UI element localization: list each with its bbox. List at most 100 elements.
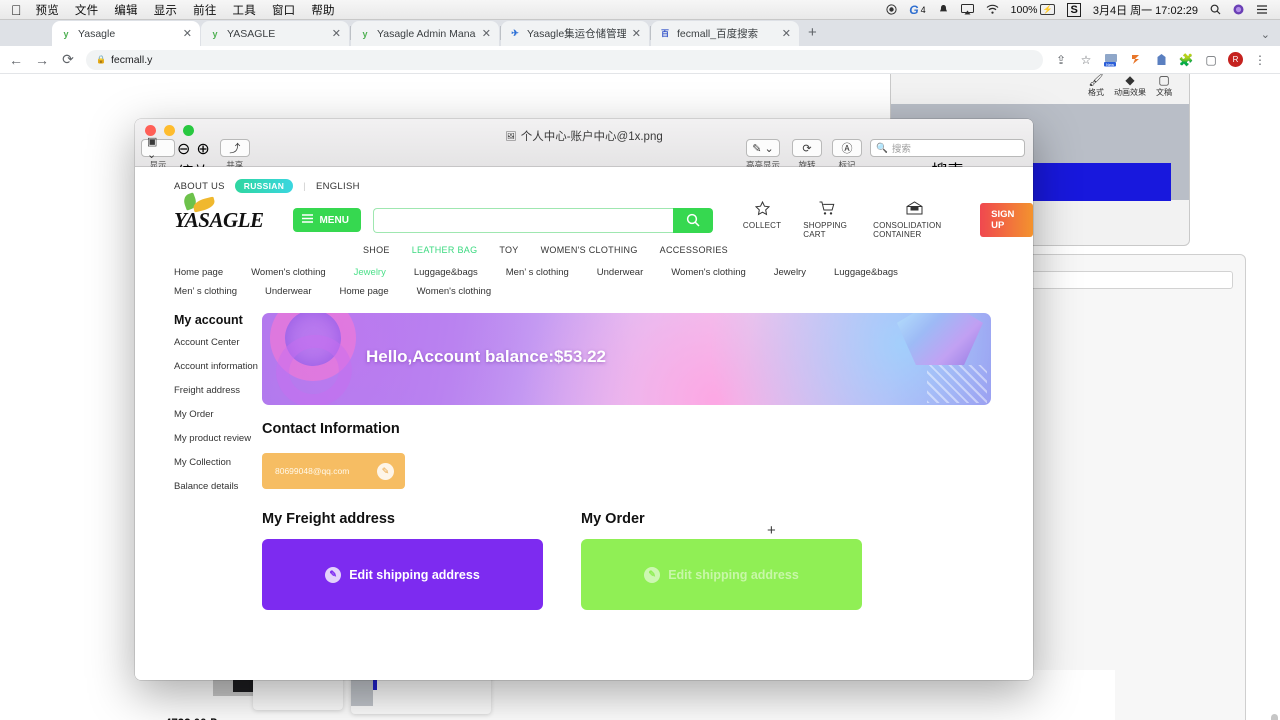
highlight-pen-icon[interactable]: ✎ ⌄	[746, 139, 780, 157]
sign-up-button[interactable]: SIGN UP	[980, 203, 1033, 237]
menu-item-tools[interactable]: 工具	[233, 2, 256, 18]
subnav-item-accessories[interactable]: ACCESSORIES	[660, 245, 728, 255]
subnav-item-toy[interactable]: TOY	[499, 245, 518, 255]
menu-item-help[interactable]: 帮助	[311, 2, 334, 18]
battery-status[interactable]: 100% ⚡	[1011, 4, 1056, 16]
profile-avatar[interactable]: R	[1228, 52, 1243, 67]
translate-new-icon[interactable]: New	[1103, 52, 1119, 68]
reload-button[interactable]: ⟳	[60, 51, 76, 68]
sidebar-item-account-center[interactable]: Account Center	[174, 337, 262, 348]
catnav-home-page[interactable]: Home page	[174, 267, 223, 278]
keynote-animate-button[interactable]: ◆ 动画效果	[1113, 74, 1147, 98]
airplay-icon[interactable]	[960, 4, 974, 15]
tab-close-icon[interactable]: ✕	[782, 27, 791, 40]
screen-record-icon[interactable]	[886, 4, 897, 15]
catnav-jewelry-2[interactable]: Jewelry	[774, 267, 806, 278]
sidebar-item-my-collection[interactable]: My Collection	[174, 457, 262, 468]
sidebar-item-balance-details[interactable]: Balance details	[174, 481, 262, 492]
contact-email-chip[interactable]: 80699048@qq.com ✎	[262, 453, 405, 489]
catnav-luggage-bags-2[interactable]: Luggage&bags	[834, 267, 898, 278]
sidebar-item-freight-address[interactable]: Freight address	[174, 385, 262, 396]
browser-tab[interactable]: y Yasagle ✕	[52, 21, 200, 46]
wifi-icon[interactable]	[986, 4, 999, 15]
forward-button[interactable]: →	[34, 52, 50, 68]
zoom-out-icon[interactable]: ⊖	[177, 139, 190, 159]
catnav-underwear[interactable]: Underwear	[597, 267, 643, 278]
grammarly-icon[interactable]: G4	[909, 3, 925, 17]
sidebar-item-my-order[interactable]: My Order	[174, 409, 262, 420]
catnav-jewelry[interactable]: Jewelry	[354, 267, 386, 278]
menu-item-edit[interactable]: 编辑	[114, 2, 137, 18]
address-bar[interactable]: 🔒 fecmall.y	[86, 49, 1043, 70]
menu-item-preview[interactable]: 预览	[36, 2, 59, 18]
subnav-item-leather-bag[interactable]: LEATHER BAG	[412, 245, 478, 255]
menu-item-window[interactable]: 窗口	[272, 2, 295, 18]
browser-tab[interactable]: ✈ Yasagle集运仓储管理系统 ✕	[501, 21, 649, 46]
language-russian-pill[interactable]: RUSSIAN	[234, 179, 294, 193]
clock-datetime[interactable]: 3月4日 周一 17:02:29	[1093, 2, 1198, 18]
site-logo[interactable]: YASAGLE	[174, 191, 264, 233]
subnav-item-shoe[interactable]: SHOE	[363, 245, 390, 255]
catnav-home-page-row2[interactable]: Home page	[339, 286, 388, 297]
catnav-womens-clothing-row2[interactable]: Women's clothing	[417, 286, 492, 297]
tab-label: YASAGLE	[227, 27, 276, 40]
edit-shipping-address-button-green[interactable]: ✎ Edit shipping address	[581, 539, 862, 610]
search-submit-button[interactable]	[672, 207, 713, 233]
sidebar-toggle-icon[interactable]: ▣ ⌄	[141, 136, 175, 161]
browser-tab[interactable]: y YASAGLE ✕	[201, 21, 349, 46]
control-center-icon[interactable]	[1256, 4, 1268, 15]
tab-close-icon[interactable]: ✕	[183, 27, 192, 40]
menu-item-file[interactable]: 文件	[75, 2, 98, 18]
back-button[interactable]: ←	[8, 52, 24, 68]
sogou-input-icon[interactable]: S	[1067, 2, 1081, 17]
page-scrollbar[interactable]	[1271, 714, 1278, 720]
about-us-link[interactable]: ABOUT US	[174, 181, 225, 192]
zoom-in-icon[interactable]: ⊕	[196, 139, 209, 159]
preview-search-input[interactable]: 🔍 搜索	[870, 139, 1025, 157]
new-tab-button[interactable]: +	[808, 24, 817, 43]
catnav-luggage-bags[interactable]: Luggage&bags	[414, 267, 478, 278]
catnav-womens-clothing-2[interactable]: Women's clothing	[671, 267, 746, 278]
tab-list-chevron-icon[interactable]: ⌄	[1261, 28, 1270, 41]
catnav-womens-clothing[interactable]: Women's clothing	[251, 267, 326, 278]
tab-close-icon[interactable]: ✕	[482, 27, 491, 40]
notification-bell-icon[interactable]	[938, 4, 949, 15]
bookmark-star-icon[interactable]: ☆	[1078, 52, 1094, 68]
menu-item-go[interactable]: 前往	[193, 2, 216, 18]
pencil-icon[interactable]: ✎	[377, 462, 394, 480]
menu-button[interactable]: MENU	[293, 208, 361, 232]
extension-orange-icon[interactable]	[1128, 52, 1144, 68]
kebab-menu-icon[interactable]: ⋮	[1252, 52, 1268, 68]
siri-icon[interactable]	[1233, 4, 1244, 15]
shopping-cart-button[interactable]: SHOPPING CART	[803, 201, 851, 239]
sidebar-item-my-product-review[interactable]: My product review	[174, 433, 262, 444]
subnav-item-womens-clothing[interactable]: WOMEN'S CLOTHING	[541, 245, 638, 255]
keynote-document-button[interactable]: ▢ 文稿	[1147, 74, 1181, 98]
puzzle-extensions-icon[interactable]: 🧩	[1178, 52, 1194, 68]
lock-icon: 🔒	[96, 55, 106, 64]
catnav-underwear-2[interactable]: Underwear	[265, 286, 311, 297]
search-input[interactable]	[372, 207, 673, 233]
banner-gem-decoration	[897, 313, 983, 365]
spotlight-search-icon[interactable]	[1210, 4, 1221, 15]
markup-icon[interactable]: Ⓐ	[832, 139, 862, 157]
sidebar-item-account-information[interactable]: Account information	[174, 361, 262, 372]
share-icon[interactable]: ⇪	[1053, 52, 1069, 68]
consolidation-container-button[interactable]: CONSOLIDATION CONTAINER	[873, 201, 956, 239]
tab-close-icon[interactable]: ✕	[632, 27, 641, 40]
collect-button[interactable]: COLLECT	[743, 201, 781, 230]
tab-close-icon[interactable]: ✕	[332, 27, 341, 40]
catnav-mens-clothing[interactable]: Men’ s clothing	[506, 267, 569, 278]
extension-blue-icon[interactable]	[1153, 52, 1169, 68]
rotate-icon[interactable]: ⟳	[792, 139, 822, 157]
browser-tab[interactable]: 百 fecmall_百度搜索 ✕	[651, 21, 799, 46]
browser-tab[interactable]: y Yasagle Admin Manager Syste ✕	[351, 21, 499, 46]
keynote-format-button[interactable]: 🖌 格式	[1079, 74, 1113, 98]
edit-shipping-address-button-purple[interactable]: ✎ Edit shipping address	[262, 539, 543, 610]
menu-item-view[interactable]: 显示	[154, 2, 177, 18]
side-panel-icon[interactable]: ▢	[1203, 52, 1219, 68]
language-english-link[interactable]: ENGLISH	[316, 181, 360, 192]
catnav-mens-clothing-2[interactable]: Men’ s clothing	[174, 286, 237, 297]
share-icon[interactable]: ⤴	[219, 139, 250, 157]
apple-menu-icon[interactable]: 	[11, 3, 22, 17]
